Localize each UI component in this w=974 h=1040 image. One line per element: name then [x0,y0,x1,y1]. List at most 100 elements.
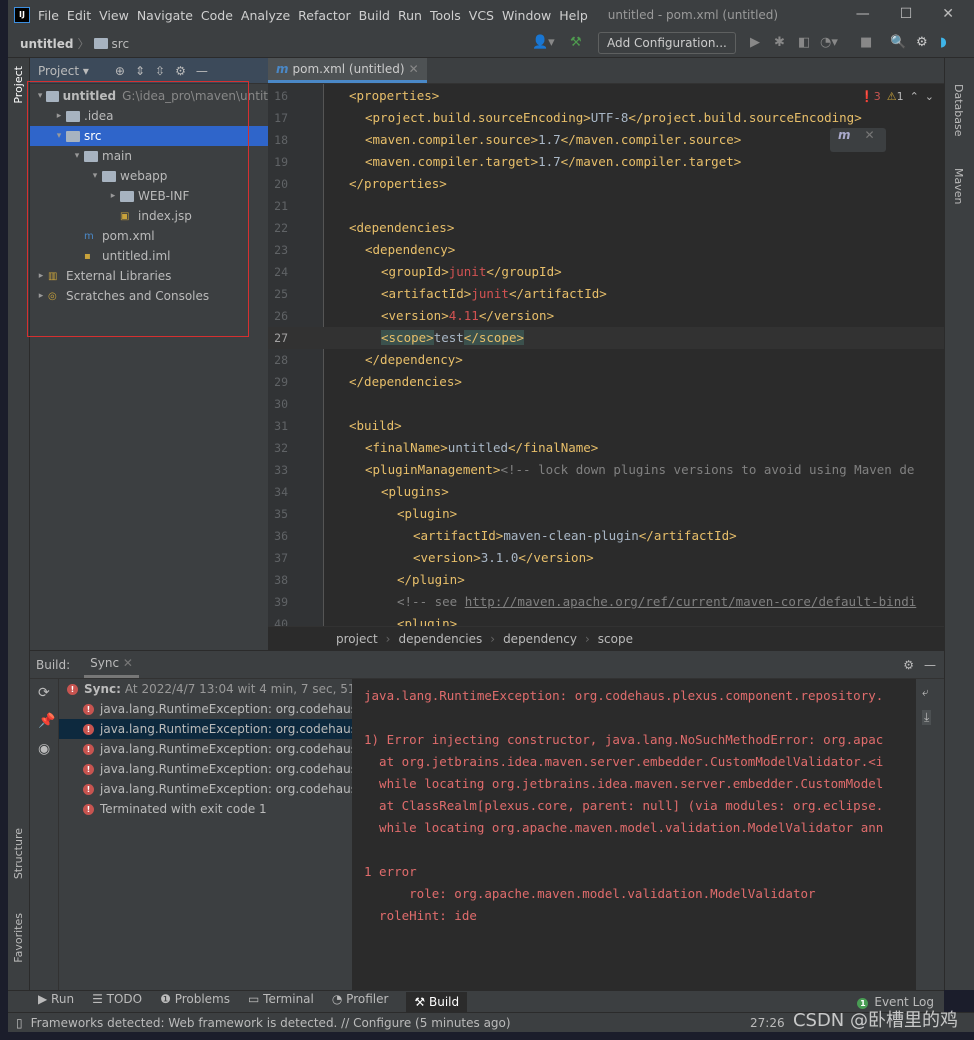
pin-icon[interactable]: 📌 [38,713,55,729]
code-line[interactable]: 39 <!-- see http://maven.apache.org/ref/c… [268,591,944,613]
horizontal-scrollbar[interactable] [0,642,238,650]
tab-pom-xml[interactable]: m pom.xml (untitled) ✕ [268,58,427,83]
coverage-icon[interactable]: ◧ [798,35,810,50]
breadcrumb-project[interactable]: project [336,632,378,646]
tool-todo[interactable]: ☰ TODO [92,992,142,1012]
tool-run[interactable]: ▶ Run [38,992,74,1012]
build-tree-item[interactable]: ! java.lang.RuntimeException: org.codehau… [59,699,352,719]
gear-icon[interactable]: ⚙ [175,64,186,78]
build-tree-item[interactable]: ! java.lang.RuntimeException: org.codehau… [59,779,352,799]
build-tree-item[interactable]: ! java.lang.RuntimeException: org.codehau… [59,739,352,759]
search-icon[interactable]: 🔍 [890,35,906,50]
tool-terminal[interactable]: ▭ Terminal [248,992,314,1012]
add-configuration-button[interactable]: Add Configuration... [598,32,736,54]
code-line[interactable]: 30 [268,393,944,415]
project-view-dropdown[interactable]: Project ▾ [38,64,89,78]
sync-root-item[interactable]: ! Sync: At 2022/4/7 13:04 wit 4 min, 7 sec… [59,679,352,699]
build-tree-item[interactable]: ! java.lang.RuntimeException: org.codehau… [59,759,352,779]
build-console-output[interactable]: java.lang.RuntimeException: org.codehaus… [352,679,916,991]
gear-icon[interactable]: ⚙ [916,35,928,50]
favorites-tool-tab[interactable]: Favorites [12,913,25,963]
expand-all-icon[interactable]: ⇕ [135,64,145,78]
code-line[interactable]: 21 [268,195,944,217]
code-line[interactable]: 35 <plugin> [268,503,944,525]
code-line[interactable]: 40 <plugin> [268,613,944,626]
code-line[interactable]: 26 <version>4.11</version> [268,305,944,327]
breadcrumb-dependencies[interactable]: dependencies [398,632,482,646]
code-line[interactable]: 19 <maven.compiler.target>1.7</maven.comp… [268,151,944,173]
scroll-to-end-icon[interactable]: ⤓ [922,710,932,725]
user-icon[interactable]: 👤▾ [532,35,555,50]
close-icon[interactable]: ✕ [942,6,954,22]
build-tree-item[interactable]: ! java.lang.RuntimeException: org.codehau… [59,719,352,739]
code-line[interactable]: 20 </properties> [268,173,944,195]
code-line[interactable]: 23 <dependency> [268,239,944,261]
tool-problems[interactable]: ❶ Problems [160,992,230,1012]
breadcrumb-src[interactable]: src [112,37,130,51]
code-line[interactable]: 22 <dependencies> [268,217,944,239]
code-line[interactable]: 25 <artifactId>junit</artifactId> [268,283,944,305]
collapse-all-icon[interactable]: ⇳ [155,64,165,78]
sync-icon[interactable]: ⟳ [38,685,55,701]
code-line[interactable]: 33 <pluginManagement><!-- lock down plugi… [268,459,944,481]
hide-icon[interactable]: — [924,658,936,672]
code-line[interactable]: 36 <artifactId>maven-clean-plugin</artifa… [268,525,944,547]
breadcrumb-dependency[interactable]: dependency [503,632,577,646]
debug-icon[interactable]: ✱ [774,35,785,50]
soft-wrap-icon[interactable]: ⤶ [922,685,931,700]
tool-profiler[interactable]: ◔ Profiler [332,992,389,1012]
code-line[interactable]: 32 <finalName>untitled</finalName> [268,437,944,459]
code-line[interactable]: 29 </dependencies> [268,371,944,393]
code-line[interactable]: 37 <version>3.1.0</version> [268,547,944,569]
code-line[interactable]: 34 <plugins> [268,481,944,503]
breadcrumb-project[interactable]: untitled [20,37,74,51]
menu-code[interactable]: Code [201,8,233,23]
menu-file[interactable]: File [38,8,59,23]
gear-icon[interactable]: ⚙ [903,658,914,672]
menu-build[interactable]: Build [359,8,390,23]
menu-edit[interactable]: Edit [67,8,91,23]
maven-tool-tab[interactable]: Maven [952,168,965,204]
tool-build[interactable]: ⚒ Build [406,991,468,1012]
code-line[interactable]: 28 </dependency> [268,349,944,371]
code-line[interactable]: 31 <build> [268,415,944,437]
stop-icon[interactable]: ■ [860,35,872,50]
toolbox-icon[interactable]: ◗ [940,35,947,50]
maven-load-changes-popup[interactable]: m ✕ [830,128,886,152]
hide-icon[interactable]: — [196,64,208,78]
code-line[interactable]: 24 <groupId>junit</groupId> [268,261,944,283]
build-hammer-icon[interactable]: ⚒ [570,35,582,50]
code-line[interactable]: 38 </plugin> [268,569,944,591]
menu-navigate[interactable]: Navigate [137,8,193,23]
locate-icon[interactable]: ⊕ [115,64,125,78]
menu-window[interactable]: Window [502,8,551,23]
project-tool-tab[interactable]: Project [12,66,25,104]
menu-refactor[interactable]: Refactor [298,8,350,23]
code-line[interactable]: 17 <project.build.sourceEncoding>UTF-8</p… [268,107,944,129]
database-tool-tab[interactable]: Database [952,84,965,137]
menu-run[interactable]: Run [398,8,422,23]
breadcrumb-scope[interactable]: scope [598,632,633,646]
menu-vcs[interactable]: VCS [469,8,494,23]
menu-tools[interactable]: Tools [430,8,461,23]
code-area[interactable]: 16 <properties> 17 <project.build.sourceEnc… [268,84,944,626]
maximize-icon[interactable]: ☐ [900,6,913,22]
view-icon[interactable]: ◉ [38,741,55,757]
menu-analyze[interactable]: Analyze [241,8,290,23]
structure-tool-tab[interactable]: Structure [12,828,25,879]
inspection-widget[interactable]: ❗3 ⚠1 ⌃ ⌄ [860,90,934,103]
code-token: </plugin> [397,572,465,587]
build-tree-item[interactable]: ! Terminated with exit code 1 [59,799,352,819]
close-tab-icon[interactable]: ✕ [409,62,419,76]
minimize-icon[interactable]: — [856,6,870,22]
tab-sync[interactable]: Sync ✕ [84,651,139,678]
caret-position[interactable]: 27:26 [750,1016,785,1030]
code-token: </artifactId> [508,286,607,301]
menu-view[interactable]: View [99,8,129,23]
profile-icon[interactable]: ◔▾ [820,35,838,50]
run-icon[interactable]: ▶ [750,35,760,50]
menu-help[interactable]: Help [559,8,588,23]
status-message[interactable]: Frameworks detected: Web framework is de… [31,1016,511,1030]
code-line[interactable]: 27 <scope>test</scope> [268,327,944,349]
code-line[interactable]: 16 <properties> [268,85,944,107]
